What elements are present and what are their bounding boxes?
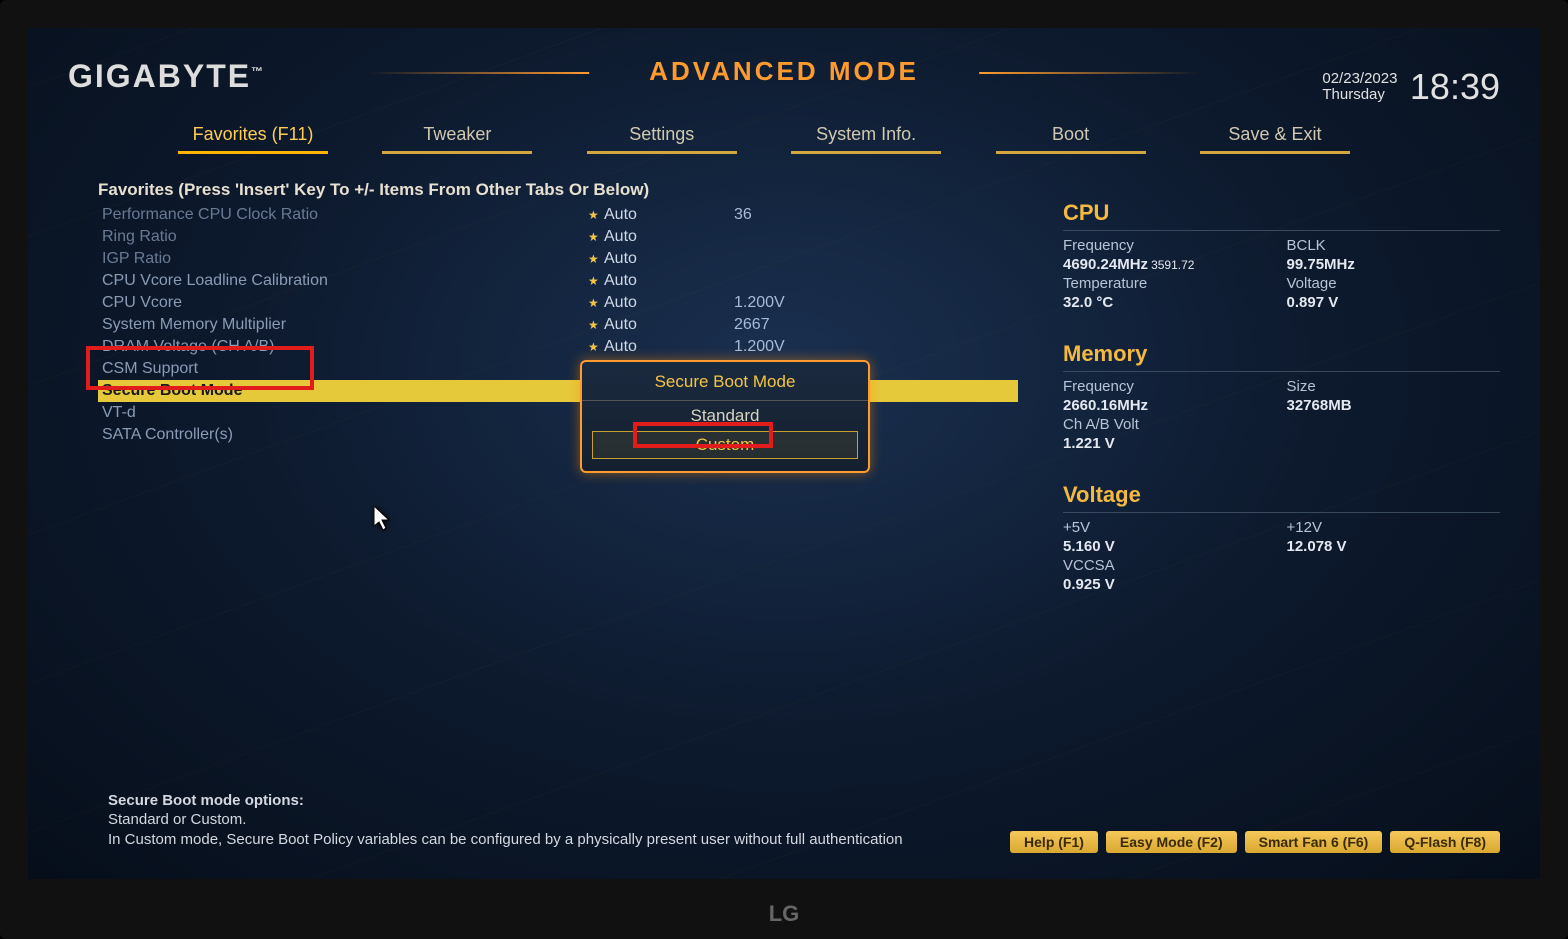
fav-row-secure-boot-mode[interactable]: Secure Boot Mode xyxy=(98,380,1018,402)
tab-save-exit[interactable]: Save & Exit xyxy=(1200,120,1350,154)
help-line2: Standard or Custom. xyxy=(108,810,960,830)
mem-chab-label: Ch A/B Volt xyxy=(1063,416,1277,433)
fav-row-csm-support[interactable]: CSM Support★Enabled xyxy=(98,358,1018,380)
volt-vccsa-label: VCCSA xyxy=(1063,557,1277,574)
fav-label: CPU Vcore xyxy=(98,294,588,312)
favorites-header: Favorites (Press 'Insert' Key To +/- Ite… xyxy=(98,180,649,200)
time-text: 18:39 xyxy=(1410,66,1500,108)
bottom-button-help-f1-[interactable]: Help (F1) xyxy=(1010,831,1098,853)
fav-extra: 2667 xyxy=(734,316,770,334)
mem-size-label: Size xyxy=(1287,378,1501,395)
tab-settings[interactable]: Settings xyxy=(587,120,737,154)
memory-heading: Memory xyxy=(1063,341,1500,372)
fav-value: Auto xyxy=(604,316,734,334)
info-panel: CPU Frequency BCLK 4690.24MHz3591.72 99.… xyxy=(1063,200,1500,623)
memory-section: Memory Frequency Size 2660.16MHz 32768MB… xyxy=(1063,341,1500,452)
fav-label: DRAM Voltage (CH A/B) xyxy=(98,338,588,356)
help-line1: Secure Boot mode options: xyxy=(108,791,960,811)
star-icon: ★ xyxy=(588,318,604,332)
cpu-volt-value: 0.897 V xyxy=(1287,294,1501,311)
tab-system-info-[interactable]: System Info. xyxy=(791,120,941,154)
fav-row-cpu-vcore-loadline-calibration[interactable]: CPU Vcore Loadline Calibration★Auto xyxy=(98,270,1018,292)
fav-row-dram-voltage-ch-a-b-[interactable]: DRAM Voltage (CH A/B)★Auto1.200V xyxy=(98,336,1018,358)
cpu-heading: CPU xyxy=(1063,200,1500,231)
fav-label: VT-d xyxy=(98,404,588,422)
star-icon: ★ xyxy=(588,340,604,354)
fav-value: Auto xyxy=(604,250,734,268)
star-icon: ★ xyxy=(588,274,604,288)
fav-row-igp-ratio[interactable]: IGP Ratio★Auto xyxy=(98,248,1018,270)
star-icon: ★ xyxy=(588,208,604,222)
voltage-heading: Voltage xyxy=(1063,482,1500,513)
fav-row-cpu-vcore[interactable]: CPU Vcore★Auto1.200V xyxy=(98,292,1018,314)
fav-label: Performance CPU Clock Ratio xyxy=(98,206,588,224)
fav-extra: 36 xyxy=(734,206,752,224)
fav-label: Secure Boot Mode xyxy=(98,382,588,400)
fav-label: SATA Controller(s) xyxy=(98,426,588,444)
cpu-bclk-label: BCLK xyxy=(1287,237,1501,254)
fav-extra: 1.200V xyxy=(734,294,785,312)
fav-value: Auto xyxy=(604,228,734,246)
mem-chab-value: 1.221 V xyxy=(1063,435,1277,452)
fav-label: CSM Support xyxy=(98,360,588,378)
cpu-section: CPU Frequency BCLK 4690.24MHz3591.72 99.… xyxy=(1063,200,1500,311)
fav-extra: 1.200V xyxy=(734,338,785,356)
fav-value: Auto xyxy=(604,206,734,224)
tab-bar: Favorites (F11) Tweaker Settings System Inf… xyxy=(178,120,1350,154)
secure-boot-popup: Secure Boot Mode StandardCustom xyxy=(580,360,870,473)
datetime-display: 02/23/2023 Thursday 18:39 xyxy=(1322,66,1500,108)
star-icon: ★ xyxy=(588,230,604,244)
favorites-list: Performance CPU Clock Ratio★Auto36Ring R… xyxy=(98,204,1018,446)
volt-12v-value: 12.078 V xyxy=(1287,538,1501,555)
star-icon: ★ xyxy=(588,296,604,310)
bios-screen: GIGABYTE™ ADVANCED MODE 02/23/2023 Thurs… xyxy=(28,28,1540,879)
volt-12v-label: +12V xyxy=(1287,519,1501,536)
volt-5v-value: 5.160 V xyxy=(1063,538,1277,555)
fav-value: Auto xyxy=(604,294,734,312)
star-icon: ★ xyxy=(588,252,604,266)
fav-label: Ring Ratio xyxy=(98,228,588,246)
fav-row-vt-d[interactable]: VT-d xyxy=(98,402,1018,424)
bottom-button-q-flash-f8-[interactable]: Q-Flash (F8) xyxy=(1390,831,1500,853)
cpu-bclk-value: 99.75MHz xyxy=(1287,256,1501,273)
date-text: 02/23/2023 xyxy=(1322,70,1397,87)
fav-row-ring-ratio[interactable]: Ring Ratio★Auto xyxy=(98,226,1018,248)
help-line3: In Custom mode, Secure Boot Policy varia… xyxy=(108,830,960,850)
fav-label: CPU Vcore Loadline Calibration xyxy=(98,272,588,290)
cpu-freq-value: 4690.24MHz3591.72 xyxy=(1063,256,1277,273)
popup-option-custom[interactable]: Custom xyxy=(592,431,858,459)
fav-row-performance-cpu-clock-ratio[interactable]: Performance CPU Clock Ratio★Auto36 xyxy=(98,204,1018,226)
popup-option-standard[interactable]: Standard xyxy=(592,403,858,429)
tab-favorites-f11-[interactable]: Favorites (F11) xyxy=(178,120,328,154)
tab-boot[interactable]: Boot xyxy=(996,120,1146,154)
fav-label: IGP Ratio xyxy=(98,250,588,268)
bottom-button-bar: Help (F1) Easy Mode (F2) Smart Fan 6 (F6) Q… xyxy=(1010,831,1500,853)
volt-5v-label: +5V xyxy=(1063,519,1277,536)
mem-freq-label: Frequency xyxy=(1063,378,1277,395)
cpu-freq-label: Frequency xyxy=(1063,237,1277,254)
cpu-volt-label: Voltage xyxy=(1287,275,1501,292)
volt-vccsa-value: 0.925 V xyxy=(1063,576,1277,593)
help-panel: Secure Boot mode options: Standard or Cu… xyxy=(108,791,960,850)
cpu-temp-value: 32.0 °C xyxy=(1063,294,1277,311)
day-text: Thursday xyxy=(1322,86,1385,103)
mem-freq-value: 2660.16MHz xyxy=(1063,397,1277,414)
bottom-button-easy-mode-f2-[interactable]: Easy Mode (F2) xyxy=(1106,831,1237,853)
fav-row-sata-controller-s-[interactable]: SATA Controller(s) xyxy=(98,424,1018,446)
fav-value: Auto xyxy=(604,338,734,356)
fav-row-system-memory-multiplier[interactable]: System Memory Multiplier★Auto2667 xyxy=(98,314,1018,336)
tab-tweaker[interactable]: Tweaker xyxy=(382,120,532,154)
mem-size-value: 32768MB xyxy=(1287,397,1501,414)
bottom-button-smart-fan-6-f6-[interactable]: Smart Fan 6 (F6) xyxy=(1245,831,1383,853)
mode-title: ADVANCED MODE xyxy=(589,48,979,95)
voltage-section: Voltage +5V +12V 5.160 V 12.078 V VCCSA … xyxy=(1063,482,1500,593)
brand-logo: GIGABYTE™ xyxy=(68,58,265,95)
popup-title: Secure Boot Mode xyxy=(582,362,868,401)
cpu-temp-label: Temperature xyxy=(1063,275,1277,292)
monitor-brand-logo: LG xyxy=(769,901,800,927)
fav-value: Auto xyxy=(604,272,734,290)
fav-label: System Memory Multiplier xyxy=(98,316,588,334)
